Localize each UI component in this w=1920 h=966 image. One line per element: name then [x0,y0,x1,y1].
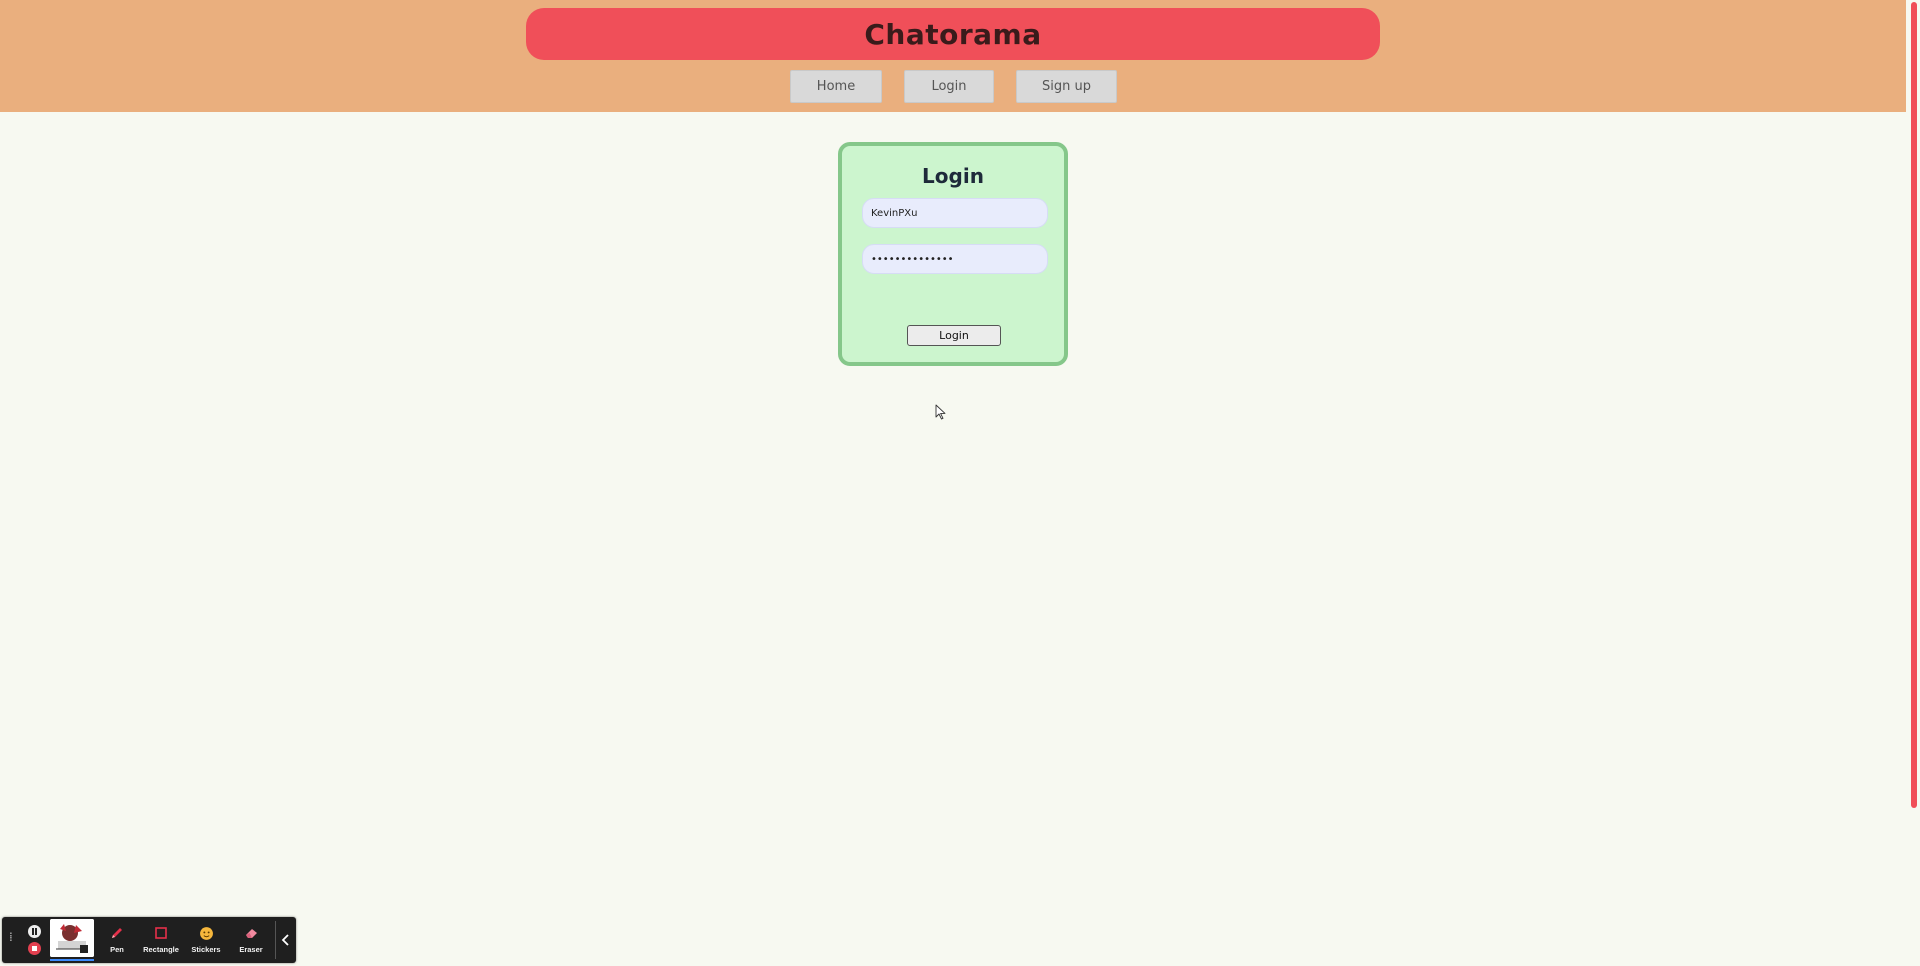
stop-icon[interactable] [28,942,41,955]
eraser-tool-label: Eraser [239,945,263,954]
site-header: Chatorama Home Login Sign up [0,0,1906,112]
nav-login-button[interactable]: Login [904,70,994,103]
nav-signup-button[interactable]: Sign up [1016,70,1117,103]
brand-banner: Chatorama [526,8,1380,60]
rectangle-icon [154,924,168,942]
pen-tool-label: Pen [110,945,124,954]
login-submit-button[interactable]: Login [907,325,1001,346]
sticker-icon [199,924,214,942]
login-title: Login [922,164,984,188]
scrollbar-thumb[interactable] [1911,2,1917,808]
preview-image-icon [50,919,94,957]
login-card: Login Login [838,142,1068,366]
brand-title: Chatorama [864,17,1042,51]
pen-tool-button[interactable]: Pen [97,922,137,958]
page-scrollbar[interactable] [1906,0,1920,966]
pause-icon[interactable] [28,925,41,938]
drag-handle-icon[interactable]: ⁞ [9,931,15,943]
rectangle-tool-label: Rectangle [143,945,179,954]
stickers-tool-button[interactable]: Stickers [186,922,226,958]
nav-home-button[interactable]: Home [790,70,882,103]
toolbar-divider [275,921,276,959]
mouse-cursor-icon [935,404,946,420]
pen-icon [110,924,124,942]
webcam-preview-thumbnail[interactable] [50,919,94,957]
collapse-toolbar-button[interactable] [278,930,294,950]
eraser-icon [244,924,259,942]
recording-controls [26,923,46,959]
preview-selected-indicator [50,959,94,961]
chevron-left-icon [281,934,289,946]
password-input[interactable] [862,244,1048,274]
recording-toolbar: ⁞ Pen Rectangle Stickers Eraser [2,917,296,963]
username-input[interactable] [862,198,1048,228]
rectangle-tool-button[interactable]: Rectangle [141,922,181,958]
stickers-tool-label: Stickers [191,945,221,954]
eraser-tool-button[interactable]: Eraser [231,922,271,958]
